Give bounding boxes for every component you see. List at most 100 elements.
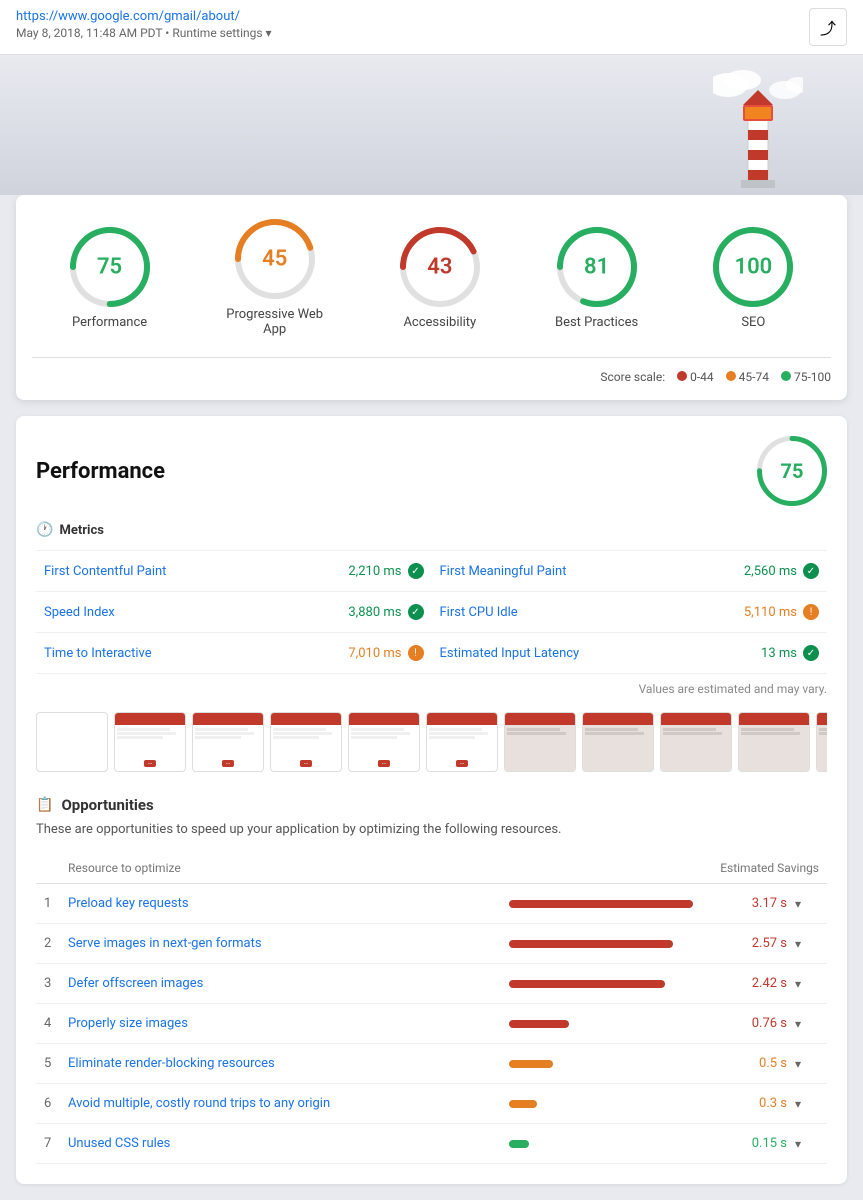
opp-bar — [509, 980, 665, 988]
scale-orange: 45-74 — [726, 370, 769, 384]
url-section: https://www.google.com/gmail/about/ May … — [16, 8, 272, 40]
status-dot: ✓ — [803, 563, 819, 579]
opp-bar-container — [509, 1100, 709, 1108]
filmstrip-frame — [504, 712, 576, 772]
section-header: Performance 75 — [36, 436, 827, 506]
score-item-pwa[interactable]: 45 Progressive Web App — [225, 219, 325, 337]
opp-savings: 2.57 s — [717, 936, 787, 951]
performance-score-circle: 75 — [757, 436, 827, 506]
opp-number: 3 — [44, 976, 60, 991]
metric-name[interactable]: First Meaningful Paint — [440, 564, 567, 579]
opportunities-desc: These are opportunities to speed up your… — [36, 822, 827, 837]
hero-background — [0, 55, 863, 195]
metrics-heading: Metrics — [59, 523, 103, 538]
opp-name[interactable]: Serve images in next-gen formats — [68, 936, 501, 951]
score-label-accessibility: Accessibility — [403, 315, 476, 330]
metric-row: First CPU Idle 5,110 ms ! — [432, 592, 828, 633]
score-label-performance: Performance — [72, 315, 147, 330]
opp-bar-container — [509, 1140, 709, 1148]
score-item-best-practices[interactable]: 81 Best Practices — [555, 227, 638, 330]
opp-number: 7 — [44, 1136, 60, 1151]
opp-number: 5 — [44, 1056, 60, 1071]
status-dot: ! — [803, 604, 819, 620]
chevron-down-icon[interactable]: ▾ — [795, 1097, 819, 1111]
metric-row: First Contentful Paint 2,210 ms ✓ — [36, 551, 432, 592]
main-content: Performance 75 🕐 Metrics First Contentfu… — [16, 416, 847, 1184]
status-dot: ! — [408, 645, 424, 661]
opportunity-row: 1 Preload key requests 3.17 s ▾ — [36, 884, 827, 924]
chevron-down-icon[interactable]: ▾ — [795, 1057, 819, 1071]
opp-bar-container — [509, 940, 709, 948]
opp-name[interactable]: Preload key requests — [68, 896, 501, 911]
metric-row: Speed Index 3,880 ms ✓ — [36, 592, 432, 633]
opp-name[interactable]: Unused CSS rules — [68, 1136, 501, 1151]
opportunities-list: 1 Preload key requests 3.17 s ▾ 2 Serve … — [36, 884, 827, 1164]
filmstrip-frame — [738, 712, 810, 772]
opp-savings: 2.42 s — [717, 976, 787, 991]
opportunities-icon: 📋 — [36, 797, 53, 813]
filmstrip-frame: ••• — [348, 712, 420, 772]
status-dot: ✓ — [803, 645, 819, 661]
metric-value: 7,010 ms ! — [348, 645, 423, 661]
opp-bar — [509, 900, 693, 908]
opp-savings: 0.76 s — [717, 1016, 787, 1031]
score-number-performance: 75 — [97, 254, 122, 279]
opp-name[interactable]: Properly size images — [68, 1016, 501, 1031]
opp-number: 6 — [44, 1096, 60, 1111]
filmstrip-frame — [582, 712, 654, 772]
opp-name[interactable]: Avoid multiple, costly round trips to an… — [68, 1096, 501, 1111]
filmstrip-frame — [816, 712, 827, 772]
metric-name[interactable]: Estimated Input Latency — [440, 646, 580, 661]
opp-bar-container — [509, 980, 709, 988]
filmstrip-frame — [660, 712, 732, 772]
filmstrip-frame — [36, 712, 108, 772]
chevron-down-icon[interactable]: ▾ — [795, 897, 819, 911]
opp-savings: 0.5 s — [717, 1056, 787, 1071]
opp-savings: 0.15 s — [717, 1136, 787, 1151]
scale-red: 0-44 — [677, 370, 714, 384]
score-number-best-practices: 81 — [584, 254, 609, 279]
metric-row: Time to Interactive 7,010 ms ! — [36, 633, 432, 674]
opp-bar — [509, 1100, 537, 1108]
metric-value: 3,880 ms ✓ — [348, 604, 423, 620]
chevron-down-icon[interactable]: ▾ — [795, 1137, 819, 1151]
filmstrip-frame: ••• — [192, 712, 264, 772]
score-circle-best-practices: 81 — [557, 227, 637, 307]
chevron-down-icon[interactable]: ▾ — [795, 977, 819, 991]
metric-value: 2,210 ms ✓ — [348, 563, 423, 579]
top-bar: https://www.google.com/gmail/about/ May … — [0, 0, 863, 55]
score-number-seo: 100 — [735, 254, 773, 279]
score-label-pwa: Progressive Web App — [225, 307, 325, 337]
score-item-seo[interactable]: 100 SEO — [713, 227, 793, 330]
score-number-pwa: 45 — [262, 247, 287, 272]
metric-value: 13 ms ✓ — [761, 645, 819, 661]
opp-name[interactable]: Eliminate render-blocking resources — [68, 1056, 501, 1071]
score-circle-accessibility: 43 — [400, 227, 480, 307]
score-number-accessibility: 43 — [427, 254, 452, 279]
filmstrip-frame: ••• — [270, 712, 342, 772]
score-item-performance[interactable]: 75 Performance — [70, 227, 150, 330]
perf-score-value: 75 — [781, 459, 804, 483]
opportunities-title: 📋 Opportunities — [36, 796, 827, 814]
metric-name[interactable]: Speed Index — [44, 605, 115, 620]
score-item-accessibility[interactable]: 43 Accessibility — [400, 227, 480, 330]
score-circle-seo: 100 — [713, 227, 793, 307]
metrics-grid: First Contentful Paint 2,210 ms ✓ First … — [36, 550, 827, 674]
opportunity-row: 6 Avoid multiple, costly round trips to … — [36, 1084, 827, 1124]
chevron-down-icon[interactable]: ▾ — [795, 937, 819, 951]
opportunity-row: 4 Properly size images 0.76 s ▾ — [36, 1004, 827, 1044]
opp-savings: 0.3 s — [717, 1096, 787, 1111]
opp-name[interactable]: Defer offscreen images — [68, 976, 501, 991]
score-circle-performance: 75 — [70, 227, 150, 307]
share-button[interactable]: ⤴ — [809, 8, 847, 46]
metric-name[interactable]: First CPU Idle — [440, 605, 518, 620]
opp-savings: 3.17 s — [717, 896, 787, 911]
status-dot: ✓ — [408, 563, 424, 579]
metric-name[interactable]: First Contentful Paint — [44, 564, 166, 579]
metrics-label: 🕐 Metrics — [36, 522, 827, 538]
metric-name[interactable]: Time to Interactive — [44, 646, 152, 661]
chevron-down-icon[interactable]: ▾ — [795, 1017, 819, 1031]
estimated-note: Values are estimated and may vary. — [36, 682, 827, 696]
url-link[interactable]: https://www.google.com/gmail/about/ — [16, 9, 240, 24]
opp-bar-container — [509, 1060, 709, 1068]
